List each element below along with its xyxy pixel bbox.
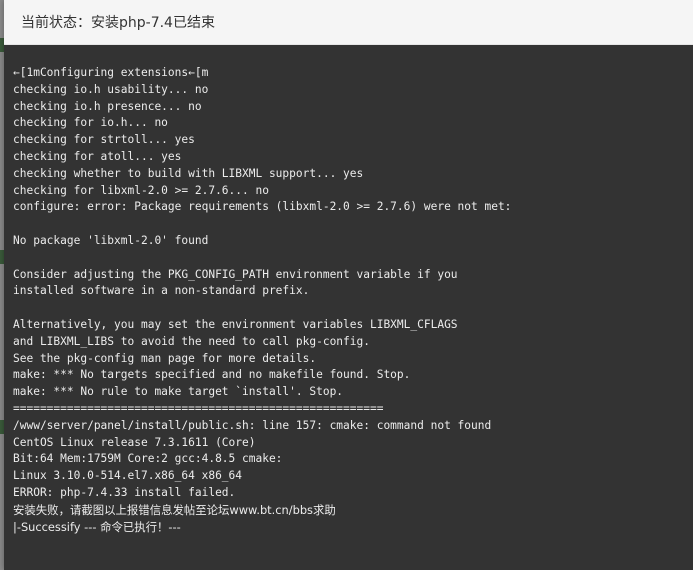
console-line: Bit:64 Mem:1759M Core:2 gcc:4.8.5 cmake: bbox=[13, 452, 283, 466]
console-line: checking io.h usability... no bbox=[13, 82, 209, 96]
install-status-dialog: 当前状态：安装php-7.4已结束 ←[1mConfiguring extens… bbox=[4, 0, 693, 570]
dialog-title: 当前状态：安装php-7.4已结束 bbox=[21, 15, 215, 31]
console-line: make: *** No targets specified and no ma… bbox=[13, 368, 411, 382]
console-line: ←[1mConfiguring extensions←[m bbox=[13, 66, 209, 79]
console-line: checking io.h presence... no bbox=[13, 99, 202, 113]
console-line: /www/server/panel/install/public.sh: lin… bbox=[13, 418, 492, 432]
console-line: installed software in a non-standard pre… bbox=[13, 284, 310, 298]
console-line: Alternatively, you may set the environme… bbox=[13, 317, 458, 331]
console-line: 安装失败，请截图以上报错信息发帖至论坛www.bt.cn/bbs求助 bbox=[13, 502, 336, 517]
console-line: checking for strtoll... yes bbox=[13, 133, 195, 147]
console-output[interactable]: ←[1mConfiguring extensions←[m checking io… bbox=[4, 45, 693, 570]
console-line: ========================================… bbox=[13, 401, 384, 415]
console-line: See the pkg-config man page for more det… bbox=[13, 351, 317, 365]
console-line: CentOS Linux release 7.3.1611 (Core) bbox=[13, 435, 256, 449]
dialog-header: 当前状态：安装php-7.4已结束 bbox=[4, 0, 693, 45]
console-line: No package 'libxml-2.0' found bbox=[13, 233, 209, 247]
console-line: |-Successify --- 命令已执行！--- bbox=[13, 519, 181, 534]
console-lines: ←[1mConfiguring extensions←[m checking io… bbox=[13, 65, 511, 535]
console-line: checking for io.h... no bbox=[13, 116, 168, 130]
console-line: checking for libxml-2.0 >= 2.7.6... no bbox=[13, 183, 269, 197]
console-line: Consider adjusting the PKG_CONFIG_PATH e… bbox=[13, 267, 458, 281]
console-line: checking for atoll... yes bbox=[13, 149, 182, 163]
console-line: checking whether to build with LIBXML su… bbox=[13, 166, 364, 180]
console-line: Linux 3.10.0-514.el7.x86_64 x86_64 bbox=[13, 469, 243, 483]
console-line: ERROR: php-7.4.33 install failed. bbox=[13, 485, 236, 499]
console-line: and LIBXML_LIBS to avoid the need to cal… bbox=[13, 334, 370, 348]
console-line: make: *** No rule to make target `instal… bbox=[13, 385, 344, 399]
console-line: configure: error: Package requirements (… bbox=[13, 200, 512, 214]
